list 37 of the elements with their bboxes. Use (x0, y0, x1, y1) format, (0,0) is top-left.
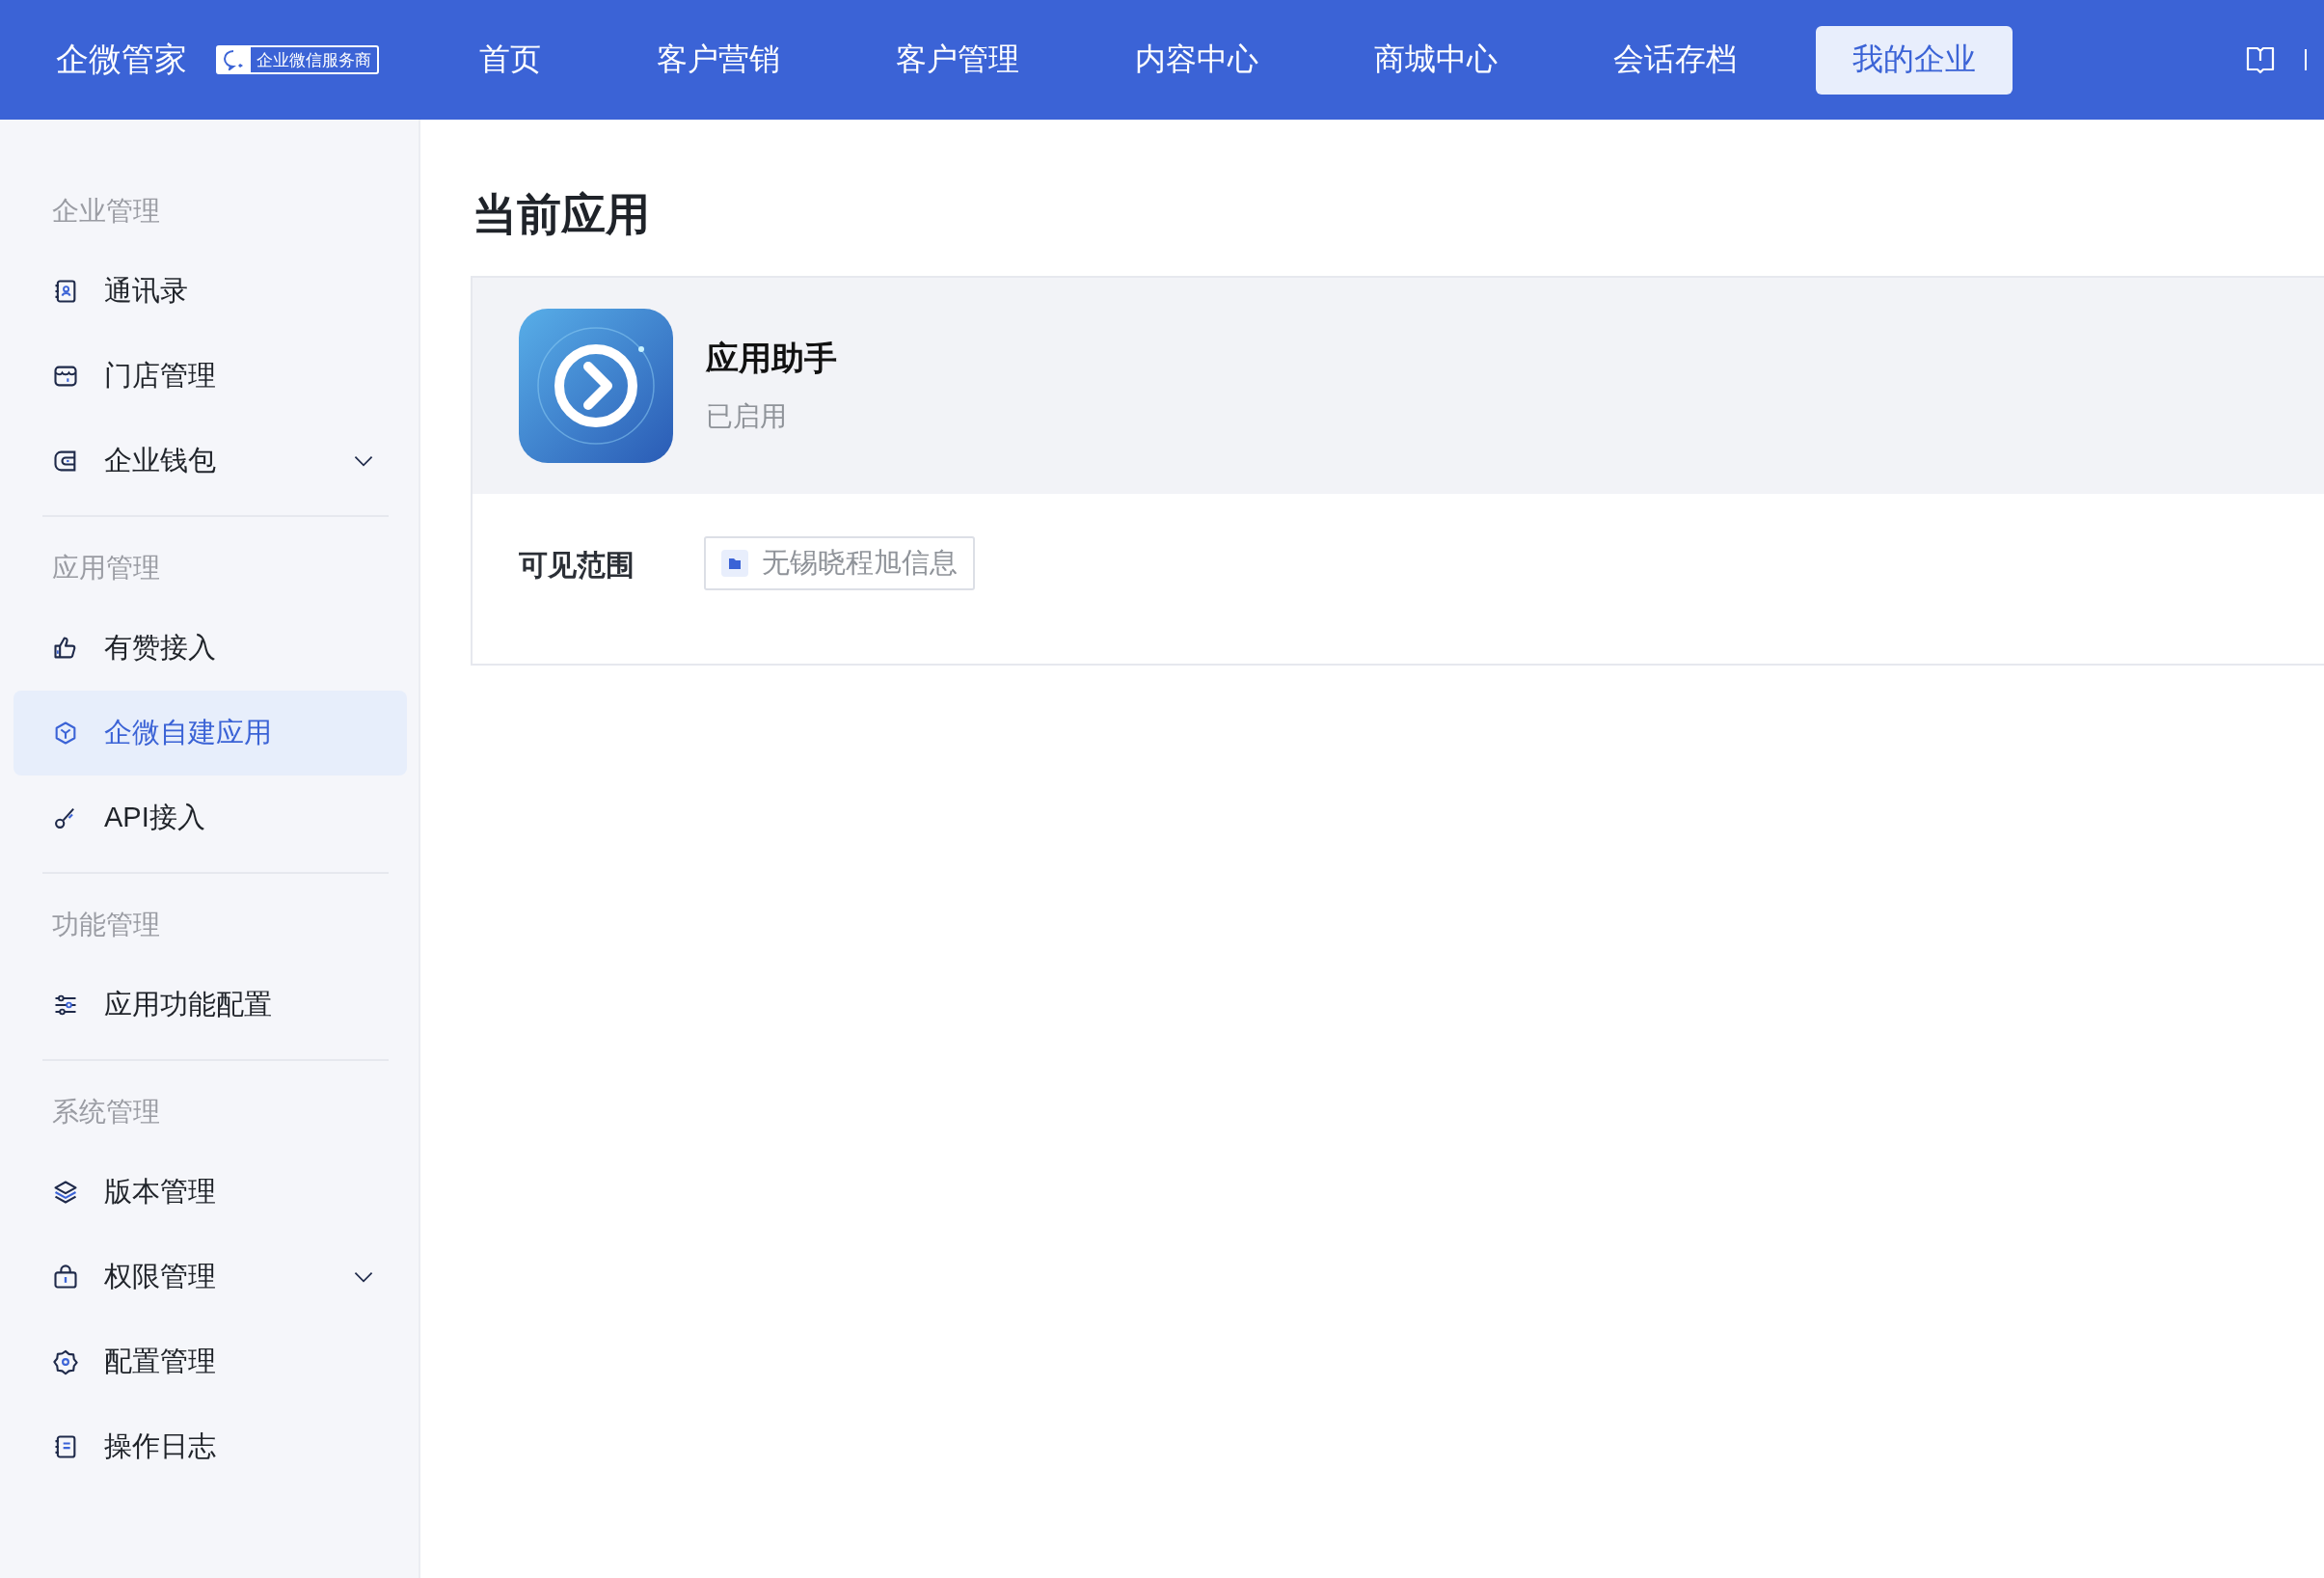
app-status: 已启用 (706, 400, 788, 433)
nav-tab[interactable]: 客户营销 (620, 25, 817, 95)
section-heading: 应用管理 (52, 552, 161, 585)
sidebar-item[interactable]: 配置管理 (14, 1320, 407, 1404)
sidebar-item[interactable]: 操作日志 (14, 1404, 407, 1489)
nav-tab[interactable]: 会话存档 (1577, 25, 1773, 95)
sidebar-item[interactable]: 企业钱包 (14, 419, 407, 503)
sidebar-item[interactable]: 版本管理 (14, 1150, 407, 1235)
section-heading: 系统管理 (52, 1096, 161, 1129)
sidebar-item[interactable]: 应用功能配置 (14, 963, 407, 1047)
sidebar-item[interactable]: 有赞接入 (14, 606, 407, 691)
nav-tab[interactable]: 我的企业 (1816, 25, 2013, 95)
partner-badge: 企业微信服务商 (216, 45, 379, 74)
sidebar-item[interactable]: 企微自建应用 (14, 691, 407, 775)
nav-tab[interactable]: 内容中心 (1098, 25, 1295, 95)
layers-icon (52, 1179, 79, 1206)
nav-tab[interactable]: 商城中心 (1338, 25, 1534, 95)
chevron-down-icon (353, 1271, 374, 1283)
sidebar-item[interactable]: 通讯录 (14, 249, 407, 334)
lock-bag-icon (52, 1264, 79, 1291)
app-icon (519, 309, 673, 463)
field-label: 可见范围 (519, 548, 635, 583)
section-heading: 功能管理 (52, 909, 161, 941)
sidebar-item[interactable]: 门店管理 (14, 334, 407, 419)
nav-tab[interactable]: 首页 (443, 25, 578, 95)
nav-tab[interactable]: 客户管理 (859, 25, 1056, 95)
app-name: 应用助手 (706, 339, 837, 378)
sidebar-item[interactable]: 权限管理 (14, 1235, 407, 1320)
book-icon[interactable] (2245, 45, 2276, 74)
section-heading: 企业管理 (52, 195, 161, 228)
gear-icon (52, 1348, 79, 1375)
page-title: 当前应用 (473, 188, 651, 241)
folder-icon (721, 550, 748, 577)
chevron-down-icon (353, 455, 374, 467)
brand-name: 企微管家 (56, 40, 187, 79)
sidebar-item[interactable]: API接入 (14, 775, 407, 860)
department-tag: 无锡晓程旭信息 (704, 536, 975, 590)
